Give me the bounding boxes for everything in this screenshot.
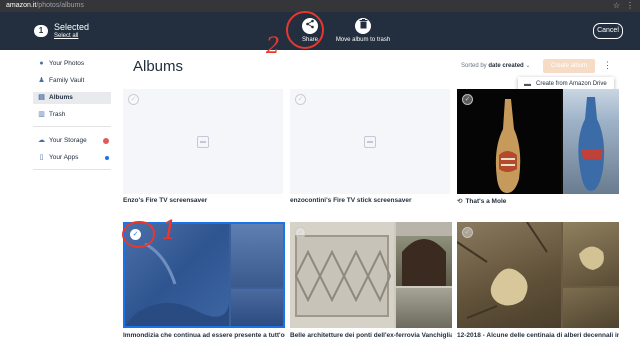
trash-icon (355, 18, 371, 34)
selected-count-badge: 1 (34, 25, 48, 37)
storage-status-dot (103, 138, 109, 144)
phone-icon: ▯ (39, 154, 44, 161)
bookmark-star-icon[interactable]: ☆ (613, 0, 620, 12)
thumbnail-tile (231, 224, 283, 287)
album-name: enzocontini's Fire TV stick screensaver (290, 197, 412, 204)
annotation-circle-checkbox (122, 221, 155, 248)
album-name: ⟲ That's a Mole (457, 197, 617, 205)
more-options-icon[interactable]: ⋮ (603, 60, 612, 71)
thumbnail-tile (290, 222, 394, 328)
album-thumbnail: ✓ (290, 89, 450, 194)
select-checkbox[interactable]: ✓ (462, 227, 473, 238)
trash-icon: ▥ (38, 111, 45, 118)
album-card[interactable]: ✓ ⟲ That's a Mole (457, 89, 619, 209)
thumbnail-tile (563, 288, 619, 328)
thumbnail-tile (231, 289, 283, 326)
sidebar-item-label: Trash (49, 111, 66, 118)
sort-value: date created (488, 63, 524, 69)
sidebar-divider (33, 126, 111, 127)
sidebar-item-your-photos[interactable]: ● Your Photos (33, 58, 111, 70)
sidebar-item-label: Your Storage (49, 137, 87, 144)
sort-prefix: Sorted by (461, 63, 487, 69)
thumbnail-tile (563, 222, 619, 286)
thumbnail-tile (457, 222, 561, 328)
browser-address-bar[interactable]: amazon.it/photos/albums ☆ ⋮ (0, 0, 640, 12)
sidebar-item-your-apps[interactable]: ▯ Your Apps (33, 152, 111, 164)
sidebar-item-label: Albums (49, 94, 73, 101)
sidebar-item-family-vault[interactable]: ♟ Family Vault (33, 75, 111, 87)
album-name-text: That's a Mole (465, 198, 507, 205)
selected-title: Selected (54, 22, 90, 32)
album-name: Immondizia che continua ad essere presen… (123, 332, 285, 339)
cancel-button[interactable]: Cancel (593, 23, 623, 39)
thumbnail-tile (563, 89, 619, 194)
select-checkbox[interactable]: ✓ (462, 94, 473, 105)
url-host: amazon.it (6, 2, 37, 9)
annotation-number-two: 2 (266, 34, 280, 59)
family-icon: ♟ (38, 77, 45, 84)
album-card[interactable]: ✓ Belle architetture dei ponti dell'ex-f… (290, 222, 452, 342)
person-icon: ● (39, 60, 44, 67)
sidebar-item-label: Family Vault (49, 77, 85, 84)
sidebar-item-albums[interactable]: ▤ Albums (33, 92, 111, 104)
sidebar-nav: ● Your Photos ♟ Family Vault ▤ Albums ▥ … (33, 58, 111, 178)
sidebar-divider (33, 169, 111, 170)
album-name: Enzo's Fire TV screensaver (123, 197, 208, 204)
cloud-icon: ☁ (38, 137, 45, 144)
sidebar-item-trash[interactable]: ▥ Trash (33, 109, 111, 121)
album-card[interactable]: ✓ Enzo's Fire TV screensaver (123, 89, 283, 209)
page-title: Albums (133, 58, 184, 75)
apps-status-dot (105, 156, 109, 160)
sidebar-item-label: Your Photos (49, 60, 85, 67)
thumbnail-tile (457, 89, 561, 194)
image-placeholder-icon (197, 135, 209, 148)
select-all-link[interactable]: Select all (54, 33, 78, 39)
sidebar-item-your-storage[interactable]: ☁ Your Storage (33, 135, 111, 147)
album-thumbnail: ✓ (457, 222, 619, 328)
annotation-circle-share (286, 11, 324, 49)
annotation-number-one: 1 (161, 216, 178, 246)
trash-label: Move album to trash (335, 37, 391, 43)
url-path: /photos/albums (36, 2, 84, 9)
image-placeholder-icon (364, 135, 376, 148)
album-name: 12-2018 - Alcune delle centinaia di albe… (457, 332, 619, 339)
select-checkbox[interactable]: ✓ (295, 94, 306, 105)
albums-icon: ▤ (38, 94, 45, 101)
album-card[interactable]: ✓ enzocontini's Fire TV stick screensave… (290, 89, 450, 209)
sort-dropdown[interactable]: Sorted by date created ⌄ (461, 62, 530, 69)
select-checkbox[interactable]: ✓ (295, 227, 306, 238)
sidebar-item-label: Your Apps (49, 154, 79, 161)
album-thumbnail: ✓ (290, 222, 452, 328)
select-checkbox[interactable]: ✓ (128, 94, 139, 105)
dropdown-label: Create from Amazon Drive (536, 81, 607, 87)
shared-album-icon: ⟲ (457, 198, 463, 205)
thumbnail-tile (396, 288, 452, 328)
album-card[interactable]: ✓ 12-2018 - Alcune delle centinaia di al… (457, 222, 619, 342)
album-thumbnail: ✓ (123, 89, 283, 194)
album-name: Belle architetture dei ponti dell'ex-fer… (290, 332, 452, 339)
move-to-trash-button[interactable]: Move album to trash (328, 18, 398, 43)
chevron-down-icon: ⌄ (525, 63, 531, 69)
thumbnail-tile (396, 222, 452, 286)
album-thumbnail: ✓ (457, 89, 619, 194)
browser-menu-icon[interactable]: ⋮ (626, 0, 634, 12)
create-album-button[interactable]: Create album (543, 59, 595, 73)
